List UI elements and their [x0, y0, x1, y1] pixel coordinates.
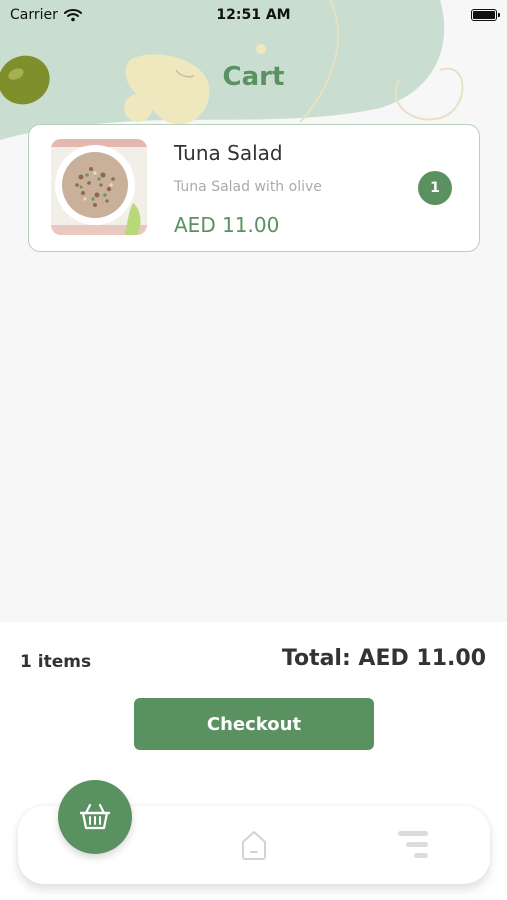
items-count: 1 items — [20, 652, 92, 672]
menu-icon — [398, 831, 428, 858]
item-price: AED 11.00 — [174, 213, 280, 237]
cart-item-card[interactable]: Tuna Salad Tuna Salad with olive AED 11.… — [28, 124, 480, 252]
status-left: Carrier — [10, 7, 82, 23]
basket-tab-button[interactable] — [58, 780, 132, 854]
page-title: Cart — [222, 62, 285, 92]
menu-tab-button[interactable] — [396, 828, 430, 862]
battery-icon — [471, 9, 500, 21]
item-description: Tuna Salad with olive — [174, 179, 322, 195]
tuna-salad-image — [51, 139, 147, 235]
checkout-button[interactable]: Checkout — [134, 698, 374, 750]
basket-icon — [79, 803, 111, 830]
home-icon — [242, 831, 266, 860]
status-bar: Carrier 12:51 AM — [0, 0, 507, 30]
quantity-badge: 1 — [418, 171, 452, 205]
item-name: Tuna Salad — [174, 141, 283, 165]
home-tab-button[interactable] — [238, 828, 270, 862]
carrier-label: Carrier — [10, 7, 58, 23]
total-amount: Total: AED 11.00 — [281, 646, 486, 671]
wifi-icon — [63, 9, 82, 22]
